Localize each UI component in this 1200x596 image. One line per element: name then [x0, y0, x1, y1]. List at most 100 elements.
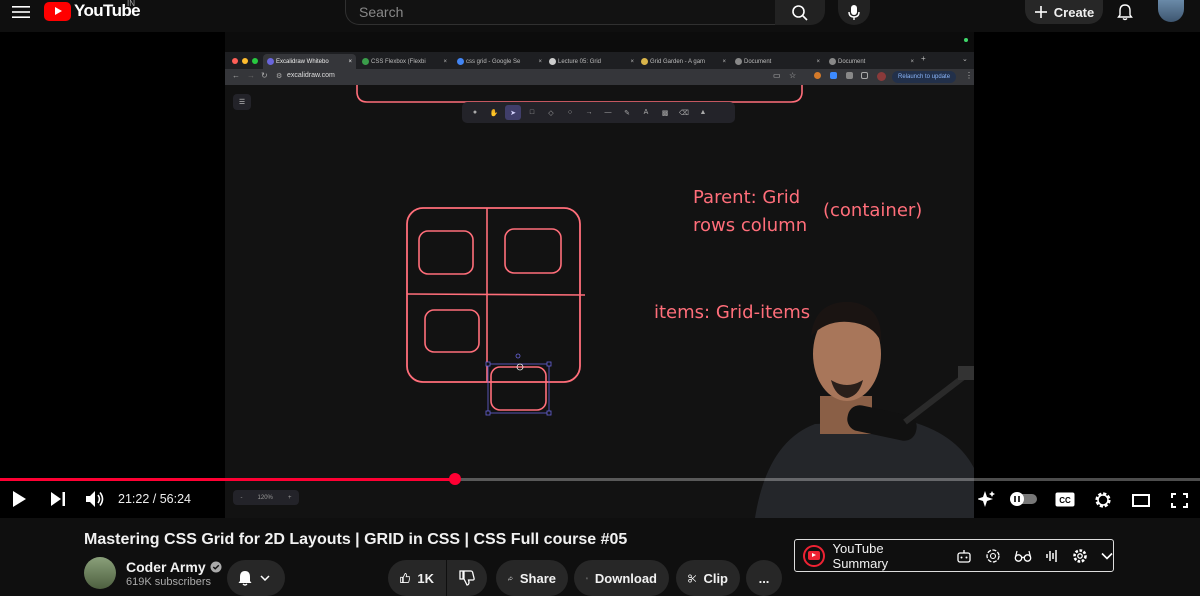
inner-tab-label: Grid Garden - A gam	[650, 58, 706, 65]
tab-close-icon: ×	[910, 58, 914, 65]
channel-name[interactable]: Coder Army	[126, 559, 206, 575]
summary-settings-gear-icon[interactable]	[1072, 548, 1088, 564]
download-icon	[586, 577, 588, 580]
tab-close-icon: ×	[443, 58, 447, 65]
robot-icon[interactable]	[956, 548, 972, 564]
create-button[interactable]: Create	[1025, 0, 1103, 24]
tab-favicon-icon	[267, 58, 274, 65]
guide-menu-button[interactable]	[6, 0, 36, 24]
tab-favicon-icon	[735, 58, 742, 65]
extensions-puzzle-icon	[846, 72, 853, 79]
channel-avatar[interactable]	[84, 557, 116, 589]
excalidraw-menu-icon: ☰	[233, 94, 251, 110]
tab-close-icon: ×	[722, 58, 726, 65]
search-placeholder: Search	[359, 4, 404, 20]
theater-mode-button[interactable]	[1130, 489, 1152, 511]
line-tool-icon: —	[604, 109, 612, 116]
share-button[interactable]: Share	[496, 560, 568, 596]
sketch-grid-item	[418, 230, 474, 275]
download-button[interactable]: Download	[574, 560, 669, 596]
window-minimize-dot	[242, 58, 248, 64]
profile-icon	[877, 72, 886, 81]
side-panel-icon	[861, 72, 868, 79]
inner-browser-tab: Grid Garden - A gam ×	[637, 54, 730, 69]
clip-label: Clip	[703, 570, 728, 586]
inner-tab-label: Excalidraw Whitebo	[276, 58, 329, 65]
eraser-tool-icon: ⌫	[679, 109, 689, 117]
inner-browser-tab: CSS Flexbox (Flexbi ×	[358, 54, 451, 69]
audio-waveform-icon[interactable]	[1045, 549, 1059, 563]
excalidraw-zoom-control: - 120% +	[233, 490, 299, 505]
account-avatar[interactable]	[1158, 0, 1184, 22]
shapes-tool-icon: ▲	[699, 109, 707, 116]
settings-button[interactable]	[1092, 489, 1114, 511]
window-close-dot	[232, 58, 238, 64]
bell-icon	[1117, 4, 1133, 21]
notifications-button[interactable]	[1113, 0, 1137, 24]
inner-tab-label: css grid - Google Se	[466, 58, 521, 65]
subtitles-button[interactable]: CC	[1054, 489, 1076, 509]
like-button[interactable]: 1K	[388, 560, 446, 596]
summary-label: YouTube Summary	[832, 540, 889, 571]
progress-bar[interactable]	[0, 478, 1200, 481]
clip-button[interactable]: Clip	[676, 560, 740, 596]
mute-button[interactable]	[84, 488, 106, 510]
skip-next-icon	[50, 492, 65, 506]
draw-tool-icon: ✎	[624, 109, 630, 117]
dislike-button[interactable]	[447, 560, 487, 596]
zoom-out-icon: -	[240, 494, 243, 501]
forward-icon: →	[247, 71, 255, 80]
sketch-text-rows-column: rows column	[693, 215, 808, 236]
rectangle-tool-icon: □	[529, 109, 535, 116]
chevron-down-icon[interactable]	[1101, 552, 1113, 560]
presenter-webcam	[755, 301, 974, 518]
sketch-grid-item-selected	[490, 366, 547, 411]
voice-search-button[interactable]	[838, 0, 870, 25]
glasses-icon[interactable]	[1014, 549, 1032, 563]
plus-icon	[1034, 6, 1047, 18]
sketch-grid-row-line	[406, 293, 586, 296]
autoplay-track	[1010, 492, 1037, 506]
diamond-tool-icon: ◇	[548, 109, 554, 117]
time-display: 21:22 / 56:24	[118, 492, 191, 506]
excalidraw-toolbar: ● ✋ ➤ □ ◇ ○ → — ✎ A ▩ ⌫ ▲	[462, 102, 735, 123]
youtube-summary-extension[interactable]: YouTube Summary	[794, 539, 1114, 572]
chatgpt-icon[interactable]	[985, 548, 1001, 564]
inner-address-bar: ← → ↻ ⚙ excalidraw.com ▭ ☆ Relaunch to u…	[225, 69, 974, 85]
share-arrow-icon	[508, 575, 513, 581]
search-input[interactable]: Search	[345, 0, 775, 25]
ellipse-tool-icon: ○	[567, 109, 573, 116]
video-frame: Excalidraw Whitebo × CSS Flexbox (Flexbi × c…	[225, 32, 974, 518]
ai-features-button[interactable]	[976, 488, 998, 510]
subscriber-count: 619K subscribers	[126, 576, 211, 588]
arrow-tool-icon: →	[585, 109, 593, 116]
notifications-subscribe-button[interactable]	[227, 560, 285, 596]
new-tab-icon: +	[921, 54, 926, 63]
scissors-icon	[688, 573, 697, 583]
reload-icon: ↻	[261, 71, 268, 80]
tab-favicon-icon	[362, 58, 369, 65]
autoplay-pause-icon	[1010, 492, 1024, 506]
search-icon	[792, 4, 808, 21]
text-tool-icon: A	[643, 109, 649, 116]
zoom-in-icon: +	[287, 494, 292, 501]
relaunch-chip: Relaunch to update	[892, 71, 957, 83]
video-title: Mastering CSS Grid for 2D Layouts | GRID…	[84, 531, 628, 548]
fullscreen-icon	[1170, 492, 1188, 508]
next-button[interactable]	[47, 488, 69, 510]
autoplay-toggle[interactable]	[1010, 492, 1038, 506]
fullscreen-button[interactable]	[1168, 489, 1190, 511]
extension-icon	[830, 72, 837, 79]
video-player[interactable]: Excalidraw Whitebo × CSS Flexbox (Flexbi × c…	[0, 32, 1200, 518]
inner-browser-tab: Document ×	[731, 54, 824, 69]
channel-name-row[interactable]: Coder Army	[126, 559, 222, 575]
scrubber-handle[interactable]	[449, 473, 461, 485]
recording-dot	[964, 38, 968, 42]
search-button[interactable]	[775, 0, 825, 25]
play-button[interactable]	[8, 488, 30, 510]
inner-url: excalidraw.com	[287, 72, 335, 79]
youtube-logo[interactable]: YouTube	[44, 1, 141, 21]
tab-favicon-icon	[549, 58, 556, 65]
summary-logo-icon	[803, 544, 825, 567]
more-actions-button[interactable]: ...	[746, 560, 782, 596]
